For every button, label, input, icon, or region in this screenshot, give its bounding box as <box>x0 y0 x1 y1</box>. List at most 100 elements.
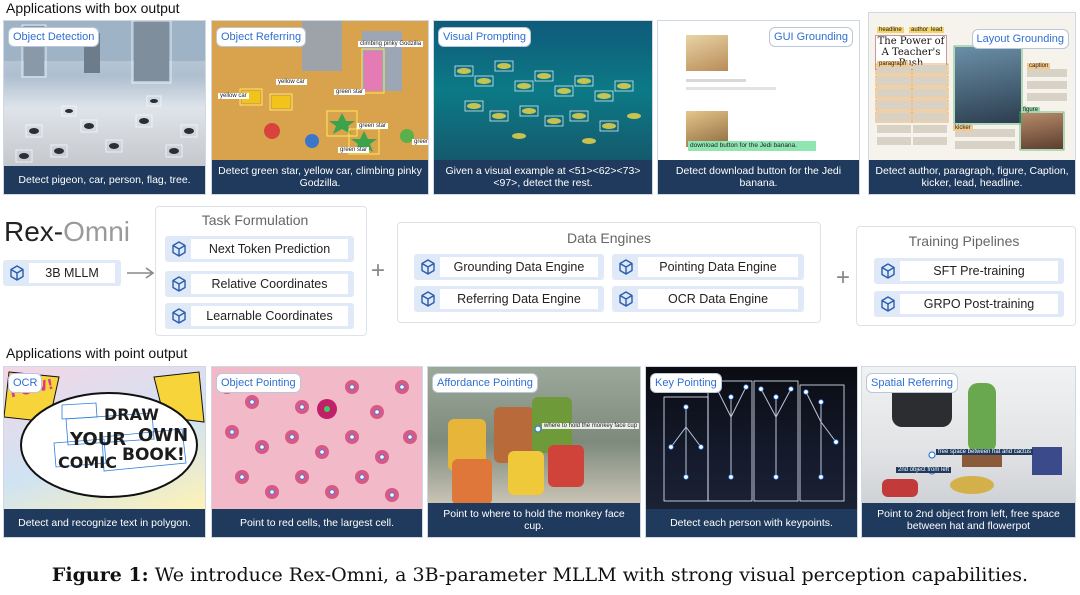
chip-referring-data-engine: Referring Data Engine <box>414 286 604 312</box>
label-yellow-car-2: yellow car <box>218 93 249 99</box>
chip-label: Pointing Data Engine <box>638 257 798 277</box>
caption-object-referring: Detect green star, yellow car, climbing … <box>212 160 428 194</box>
label-yellow-car-1: yellow car <box>276 79 307 85</box>
chip-label: SFT Pre-training <box>900 261 1058 281</box>
cube-icon <box>881 263 895 279</box>
chip-label: Learnable Coordinates <box>191 306 348 326</box>
comic-word-book: BOOK! <box>122 445 185 465</box>
figure-caption: Figure 1: We introduce Rex-Omni, a 3B-pa… <box>0 564 1080 586</box>
label-headline: headline <box>877 27 904 33</box>
tile-visual-prompting: Visual Prompting Given a visual example … <box>433 20 653 195</box>
label-green-star-3: green star <box>338 147 370 153</box>
chip-grounding-data-engine: Grounding Data Engine <box>414 254 604 280</box>
arrow-icon <box>127 267 155 279</box>
figure-caption-label: Figure 1: <box>51 564 149 586</box>
tile-ocr: POW! DRAW YOUR OWN COMIC BOOK! OCR Detec… <box>3 366 206 538</box>
chip-pointing-data-engine: Pointing Data Engine <box>612 254 804 280</box>
chip-3b-mllm-label: 3B MLLM <box>29 263 115 283</box>
tile-key-pointing: Key Pointing Detect each person with key… <box>645 366 858 538</box>
gui-thumbnail-top <box>686 35 728 71</box>
label-affordance: where to hold the monkey face cup <box>542 423 640 429</box>
chip-ocr-data-engine: OCR Data Engine <box>612 286 804 312</box>
label-figure: figure <box>1021 107 1041 113</box>
label-free-space: free space between hat and cactus <box>936 449 1034 455</box>
plus-icon: + <box>836 264 851 291</box>
tag-ocr: OCR <box>8 373 43 393</box>
label-climbing-godzilla: climbing pinky Godzilla <box>358 41 424 47</box>
tag-object-detection: Object Detection <box>8 27 100 47</box>
caption-object-pointing: Point to red cells, the largest cell. <box>212 509 422 537</box>
tag-affordance-pointing: Affordance Pointing <box>432 373 538 393</box>
point-section-title: Applications with point output <box>6 345 188 361</box>
caption-gui-grounding: Detect download button for the Jedi bana… <box>658 160 859 194</box>
gui-text-line <box>686 79 746 82</box>
label-author: author <box>909 27 931 33</box>
label-caption: caption <box>1027 63 1051 69</box>
chip-label: Referring Data Engine <box>440 289 598 309</box>
tag-object-pointing: Object Pointing <box>216 373 301 393</box>
tag-visual-prompting: Visual Prompting <box>438 27 531 47</box>
model-name: Rex-Omni <box>4 216 130 248</box>
comic-word-your: YOUR <box>70 429 127 450</box>
figure-caption-text: We introduce Rex-Omni, a 3B-parameter ML… <box>148 564 1029 586</box>
cube-icon <box>881 296 895 312</box>
tag-key-pointing: Key Pointing <box>650 373 722 393</box>
cube-icon <box>172 241 186 257</box>
gui-download-button: download button for the Jedi banana. <box>688 141 816 151</box>
caption-object-detection: Detect pigeon, car, person, flag, tree. <box>4 166 205 194</box>
label-kicker: kicker <box>953 125 973 131</box>
task-formulation-title: Task Formulation <box>201 212 309 228</box>
label-green: green <box>412 139 428 145</box>
chip-3b-mllm: 3B MLLM <box>3 260 121 286</box>
tag-spatial-referring: Spatial Referring <box>866 373 958 393</box>
label-paragraph: paragraph <box>877 61 909 67</box>
chip-relative-coordinates: Relative Coordinates <box>165 271 354 297</box>
model-name-prefix: Rex- <box>4 216 64 247</box>
tile-spatial-referring: free space between hat and cactus 2nd ob… <box>861 366 1076 538</box>
comic-word-own: OWN <box>138 425 189 446</box>
cube-icon <box>421 291 435 307</box>
tile-layout-grounding: The Power of A Teacher's Push headline a… <box>868 12 1076 195</box>
caption-ocr: Detect and recognize text in polygon. <box>4 509 205 537</box>
chip-label: Next Token Prediction <box>191 239 348 259</box>
box-section-title: Applications with box output <box>6 0 180 16</box>
tile-affordance-pointing: where to hold the monkey face cup Afford… <box>427 366 641 538</box>
caption-visual-prompting: Given a visual example at <51><62><73><9… <box>434 160 652 194</box>
tag-layout-grounding: Layout Grounding <box>971 29 1069 49</box>
comic-word-draw: DRAW <box>104 405 159 424</box>
tile-object-detection: Object Detection Detect pigeon, car, per… <box>3 20 206 195</box>
caption-key-pointing: Detect each person with keypoints. <box>646 509 857 537</box>
label-2nd-object: 2nd object from left <box>896 467 952 473</box>
training-pipelines-title: Training Pipelines <box>908 233 1020 249</box>
tile-gui-grounding: download button for the Jedi banana. GUI… <box>657 20 860 195</box>
chip-label: OCR Data Engine <box>638 289 798 309</box>
cube-icon <box>10 265 24 281</box>
plus-icon: + <box>371 257 386 284</box>
comic-word-comic: COMIC <box>58 453 117 472</box>
label-lead: lead <box>929 27 945 33</box>
label-green-star-2: green star <box>357 123 389 129</box>
tag-object-referring: Object Referring <box>216 27 307 47</box>
cube-icon <box>172 308 186 324</box>
caption-spatial-referring: Point to 2nd object from left, free spac… <box>862 503 1075 537</box>
cube-icon <box>172 276 186 292</box>
chip-grpo-post-training: GRPO Post-training <box>874 291 1064 317</box>
chip-label: Relative Coordinates <box>191 274 348 294</box>
chip-label: GRPO Post-training <box>900 294 1058 314</box>
model-name-suffix: Omni <box>63 216 131 247</box>
label-green-star-1: green star <box>334 89 366 95</box>
caption-layout-grounding: Detect author, paragraph, figure, Captio… <box>869 160 1075 194</box>
tile-object-referring: climbing pinky Godzilla yellow car yello… <box>211 20 429 195</box>
caption-affordance-pointing: Point to where to hold the monkey face c… <box>428 503 640 537</box>
chip-label: Grounding Data Engine <box>440 257 598 277</box>
cube-icon <box>619 259 633 275</box>
tag-gui-grounding: GUI Grounding <box>769 27 853 47</box>
tile-object-pointing: Object Pointing Point to red cells, the … <box>211 366 423 538</box>
chip-sft-pre-training: SFT Pre-training <box>874 258 1064 284</box>
gui-text-line <box>686 87 776 90</box>
cube-icon <box>619 291 633 307</box>
chip-next-token-prediction: Next Token Prediction <box>165 236 354 262</box>
cube-icon <box>421 259 435 275</box>
data-engines-title: Data Engines <box>566 230 652 246</box>
chip-learnable-coordinates: Learnable Coordinates <box>165 303 354 329</box>
